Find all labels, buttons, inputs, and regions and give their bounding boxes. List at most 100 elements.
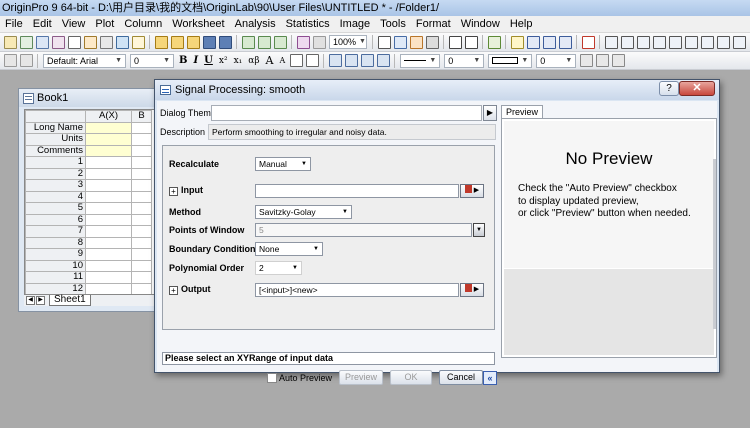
subscript-button[interactable]: x₁: [234, 56, 243, 66]
import-multiple-icon[interactable]: [273, 35, 287, 49]
custom-routine-icon[interactable]: [542, 35, 556, 49]
tools-icon[interactable]: [558, 35, 572, 49]
bar-chart-icon[interactable]: [684, 35, 698, 49]
row-header[interactable]: 10: [25, 259, 86, 272]
superscript-button[interactable]: x²: [219, 56, 228, 66]
data-cell[interactable]: [85, 248, 132, 261]
row-header[interactable]: 3: [25, 179, 86, 192]
data-cell[interactable]: [85, 259, 132, 272]
column-values-icon[interactable]: [604, 35, 618, 49]
print-icon[interactable]: [296, 35, 310, 49]
menu-worksheet[interactable]: Worksheet: [167, 16, 229, 33]
units-cell-b[interactable]: [131, 133, 152, 146]
data-cell[interactable]: [131, 156, 152, 169]
menu-view[interactable]: View: [57, 16, 91, 33]
menu-window[interactable]: Window: [456, 16, 505, 33]
row-header[interactable]: 11: [25, 271, 86, 284]
duplicate-icon[interactable]: [526, 35, 540, 49]
input-pick-button[interactable]: ▶: [460, 184, 484, 198]
open-icon[interactable]: [154, 35, 168, 49]
sheet-next-icon[interactable]: ▶: [36, 296, 45, 305]
row-header[interactable]: 4: [25, 190, 86, 203]
font-name-combo[interactable]: Default: Arial ▼: [43, 53, 126, 68]
graph-stack-icon[interactable]: [716, 35, 730, 49]
column-header-b[interactable]: B: [131, 110, 152, 123]
ok-button[interactable]: OK: [390, 370, 433, 385]
input-label[interactable]: + Input: [169, 183, 203, 198]
row-header[interactable]: 7: [25, 225, 86, 238]
row-header[interactable]: 1: [25, 156, 86, 169]
row-header[interactable]: 6: [25, 213, 86, 226]
recalculate-combo[interactable]: Manual ▼: [255, 157, 311, 171]
apps-icon[interactable]: [487, 35, 501, 49]
import-icon[interactable]: [241, 35, 255, 49]
underline-button[interactable]: U: [204, 55, 213, 66]
zoom-combo[interactable]: 100% ▼: [329, 35, 367, 49]
pattern-icon[interactable]: [344, 54, 358, 67]
worksheet-grid[interactable]: A(X) B Long Name Units Comments 1 2 3 4 …: [24, 109, 164, 305]
new-project-icon[interactable]: [3, 35, 17, 49]
cancel-button[interactable]: Cancel: [439, 370, 484, 385]
more-tools-icon[interactable]: [732, 35, 746, 49]
menu-column[interactable]: Column: [119, 16, 167, 33]
data-cell[interactable]: [131, 282, 152, 295]
comments-cell-a[interactable]: [85, 144, 132, 157]
line-color-icon[interactable]: [360, 54, 374, 67]
row-header[interactable]: 5: [25, 202, 86, 215]
new-3d-icon[interactable]: [131, 35, 145, 49]
decrease-font-button[interactable]: A: [279, 56, 285, 65]
long-name-cell-b[interactable]: [131, 121, 152, 134]
column-chart-icon[interactable]: [700, 35, 714, 49]
new-graph-icon[interactable]: [35, 35, 49, 49]
row-header-comments[interactable]: Comments: [25, 144, 86, 157]
data-cell[interactable]: [85, 271, 132, 284]
new-workbook-icon[interactable]: [19, 35, 33, 49]
text-color-icon[interactable]: [305, 54, 319, 67]
row-header[interactable]: 12: [25, 282, 86, 295]
menu-format[interactable]: Format: [411, 16, 456, 33]
menu-file[interactable]: File: [0, 16, 28, 33]
new-matrix-icon[interactable]: [51, 35, 65, 49]
long-name-cell-a[interactable]: [85, 121, 132, 134]
row-header-long-name[interactable]: Long Name: [25, 121, 86, 134]
comments-cell-b[interactable]: [131, 144, 152, 157]
data-cell[interactable]: [131, 248, 152, 261]
new-function-icon[interactable]: [83, 35, 97, 49]
fill-pattern-icon[interactable]: [579, 54, 593, 67]
preview-button[interactable]: Preview: [339, 370, 384, 385]
dialog-titlebar[interactable]: Signal Processing: smooth ? ✕: [155, 80, 719, 100]
messages-log-icon[interactable]: [448, 35, 462, 49]
data-cell[interactable]: [85, 236, 132, 249]
script-window-icon[interactable]: [464, 35, 478, 49]
data-cell[interactable]: [85, 213, 132, 226]
output-field[interactable]: [<input>]<new>: [255, 283, 459, 297]
add-app-icon[interactable]: [510, 35, 524, 49]
column-header-a[interactable]: A(X): [85, 110, 132, 123]
data-cell[interactable]: [131, 225, 152, 238]
data-cell[interactable]: [85, 179, 132, 192]
sort-icon[interactable]: [636, 35, 650, 49]
italic-button[interactable]: I: [193, 55, 198, 66]
output-label[interactable]: + Output: [169, 282, 211, 297]
points-spin-button[interactable]: ▼: [473, 223, 485, 237]
greek-button[interactable]: αβ: [248, 56, 259, 66]
command-window-icon[interactable]: [409, 35, 423, 49]
menu-edit[interactable]: Edit: [28, 16, 57, 33]
fill-color-icon[interactable]: [328, 54, 342, 67]
menu-image[interactable]: Image: [335, 16, 376, 33]
data-cell[interactable]: [85, 156, 132, 169]
symbol-icon[interactable]: [376, 54, 390, 67]
increase-font-button[interactable]: A: [266, 54, 274, 67]
data-cell[interactable]: [131, 213, 152, 226]
data-cell[interactable]: [85, 202, 132, 215]
row-header-units[interactable]: Units: [25, 133, 86, 146]
poly-order-combo[interactable]: 2 ▼: [255, 261, 302, 275]
paste-format-icon[interactable]: [19, 54, 33, 67]
menu-tools[interactable]: Tools: [375, 16, 411, 33]
import-ascii-icon[interactable]: [257, 35, 271, 49]
bold-button[interactable]: B: [179, 55, 187, 66]
data-cell[interactable]: [131, 190, 152, 203]
menu-analysis[interactable]: Analysis: [230, 16, 281, 33]
data-cell[interactable]: [131, 236, 152, 249]
tab-preview[interactable]: Preview: [501, 105, 544, 118]
